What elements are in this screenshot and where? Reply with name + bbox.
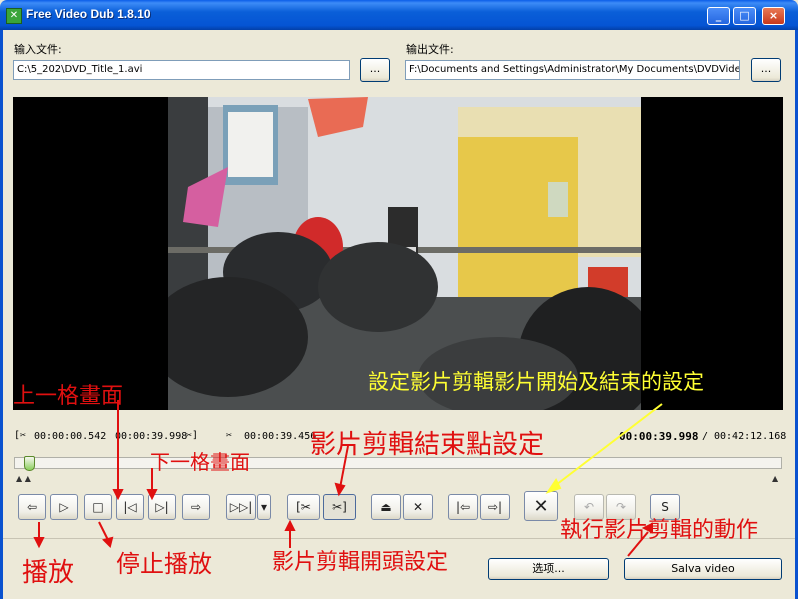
annotation-play: 播放 xyxy=(22,558,75,588)
annotation-execute: 執行影片剪輯的動作 xyxy=(560,518,759,543)
annotation-next-frame: 下一格畫面 xyxy=(150,450,250,474)
annotation-arrows xyxy=(33,400,663,557)
annotation-prev-frame: 上一格畫面 xyxy=(13,384,124,409)
annotation-start-point: 影片剪輯開頭設定 xyxy=(272,550,449,575)
annotation-set-clip: 設定影片剪輯影片開始及結束的設定 xyxy=(368,370,704,394)
annotation-stop: 停止播放 xyxy=(116,550,212,578)
annotation-end-point: 影片剪輯結束點設定 xyxy=(310,430,545,460)
